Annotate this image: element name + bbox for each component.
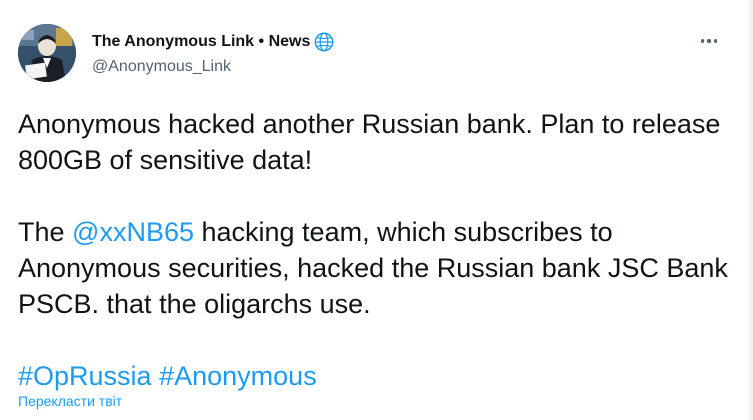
hashtags: #OpRussia #Anonymous <box>18 358 728 394</box>
more-options-button[interactable] <box>697 29 721 53</box>
more-horizontal-icon <box>700 39 705 43</box>
right-border <box>749 0 753 420</box>
hashtag-link[interactable]: #Anonymous <box>159 361 317 391</box>
mention-link[interactable]: @xxNB65 <box>72 217 194 247</box>
translate-tweet-link[interactable]: Перекласти твіт <box>18 392 122 410</box>
tweet-paragraph-2: The @xxNB65 hacking team, which subscrib… <box>18 214 728 322</box>
tweet-paragraph-1: Anonymous hacked another Russian bank. P… <box>18 109 721 175</box>
more-horizontal-icon <box>707 39 711 43</box>
tweet-text: Anonymous hacked another Russian bank. P… <box>18 106 728 394</box>
avatar[interactable] <box>18 24 76 82</box>
tweet-header: The Anonymous Link • News @Anonymous_Lin… <box>18 24 336 82</box>
hashtag-link[interactable]: #OpRussia <box>18 361 152 391</box>
author-name[interactable]: The Anonymous Link • News <box>92 32 310 52</box>
tweet-text-segment: The <box>18 217 73 247</box>
author-handle[interactable]: @Anonymous_Link <box>92 57 336 77</box>
globe-icon <box>312 31 336 53</box>
more-horizontal-icon <box>713 39 718 43</box>
